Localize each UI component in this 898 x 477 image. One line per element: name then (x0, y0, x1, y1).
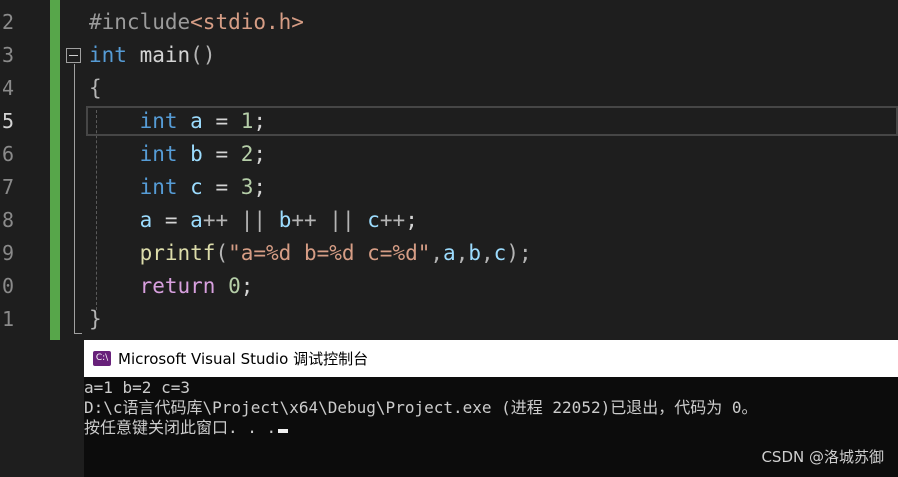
preprocessor-directive: #include (89, 10, 191, 34)
line-number-active: 5 (1, 109, 14, 133)
change-indicator-bar (50, 0, 60, 340)
keyword: int (89, 43, 127, 67)
punctuation: ; (240, 274, 254, 298)
operator: ++ (379, 208, 406, 232)
operator: || (228, 208, 279, 232)
operator: = (202, 142, 241, 166)
code-line-main[interactable]: int main() (89, 39, 215, 72)
line-number: 7 (1, 175, 14, 199)
operator: ++ (202, 208, 229, 232)
punctuation: ; (405, 208, 418, 232)
line-number-gutter: 2 3 4 5 6 7 8 9 0 1 (0, 0, 22, 340)
number-literal: 0 (228, 274, 241, 298)
line-number: 8 (1, 208, 14, 232)
punctuation: } (89, 307, 102, 331)
line-number: 3 (1, 43, 14, 67)
number-literal: 1 (240, 109, 254, 133)
operator: = (202, 109, 241, 133)
watermark: CSDN @洛城苏御 (761, 448, 884, 466)
keyword: int (139, 109, 178, 133)
string-literal: "a=%d b=%d c=%d" (228, 241, 431, 265)
code-editor[interactable]: 2 3 4 5 6 7 8 9 0 1 #include<stdio.h> in… (0, 0, 898, 340)
fold-line-end (74, 333, 82, 334)
operator: = (152, 208, 191, 232)
fold-line (74, 64, 75, 334)
code-line-decl-c[interactable]: int c = 3; (89, 171, 267, 204)
operator: ++ (291, 208, 317, 232)
code-line-return[interactable]: return 0; (89, 270, 254, 303)
function-name: main (139, 43, 191, 67)
punctuation: , (455, 241, 469, 265)
punctuation: , (481, 241, 494, 265)
operator: || (316, 208, 368, 232)
punctuation: ; (518, 241, 532, 265)
keyword: int (139, 142, 178, 166)
line-number: 9 (1, 241, 14, 265)
code-line-decl-b[interactable]: int b = 2; (89, 138, 267, 171)
console-title: Microsoft Visual Studio 调试控制台 (118, 350, 369, 368)
console-prompt-text: 按任意键关闭此窗口. . . (84, 418, 277, 437)
punctuation: ; (253, 142, 267, 166)
code-line-decl-a[interactable]: int a = 1; (89, 105, 267, 138)
punctuation: ( (215, 241, 229, 265)
punctuation: ) (506, 241, 519, 265)
code-line-close-brace[interactable]: } (89, 303, 102, 336)
variable: a (139, 208, 153, 232)
console-output-line-prompt: 按任意键关闭此窗口. . . (84, 418, 289, 438)
debug-console-window[interactable]: C:\ Microsoft Visual Studio 调试控制台 a=1 b=… (84, 340, 898, 477)
text-cursor (278, 429, 289, 433)
code-line-printf[interactable]: printf("a=%d b=%d c=%d",a,b,c); (89, 237, 532, 270)
punctuation: , (430, 241, 444, 265)
variable: c (367, 208, 380, 232)
collapse-icon[interactable] (66, 48, 81, 63)
variable: c (493, 241, 507, 265)
operator: = (202, 175, 241, 199)
visual-studio-icon: C:\ (93, 351, 111, 366)
variable: b (468, 241, 482, 265)
line-number: 6 (1, 142, 14, 166)
variable: c (190, 175, 203, 199)
line-number: 2 (1, 10, 14, 34)
punctuation: ; (253, 175, 267, 199)
console-output-line: D:\c语言代码库\Project\x64\Debug\Project.exe … (84, 398, 758, 417)
variable: a (443, 241, 456, 265)
code-line-include[interactable]: #include<stdio.h> (89, 6, 304, 39)
console-output-line: a=1 b=2 c=3 (84, 378, 190, 397)
keyword: return (139, 274, 216, 298)
variable: b (190, 142, 203, 166)
punctuation: { (89, 76, 102, 100)
variable: b (278, 208, 292, 232)
variable: a (190, 208, 203, 232)
function-call: printf (139, 241, 216, 265)
include-header: <stdio.h> (190, 10, 304, 34)
number-literal: 2 (240, 142, 254, 166)
line-number: 1 (1, 307, 14, 331)
keyword: int (139, 175, 178, 199)
code-line-assign[interactable]: a = a++ || b++ || c++; (89, 204, 418, 237)
line-number: 0 (1, 274, 14, 298)
console-title-bar[interactable]: C:\ Microsoft Visual Studio 调试控制台 (84, 340, 898, 377)
variable: a (190, 109, 203, 133)
line-number: 4 (1, 76, 14, 100)
number-literal: 3 (240, 175, 254, 199)
punctuation: ; (253, 109, 267, 133)
code-line-open-brace[interactable]: { (89, 72, 102, 105)
punctuation: () (190, 43, 216, 67)
